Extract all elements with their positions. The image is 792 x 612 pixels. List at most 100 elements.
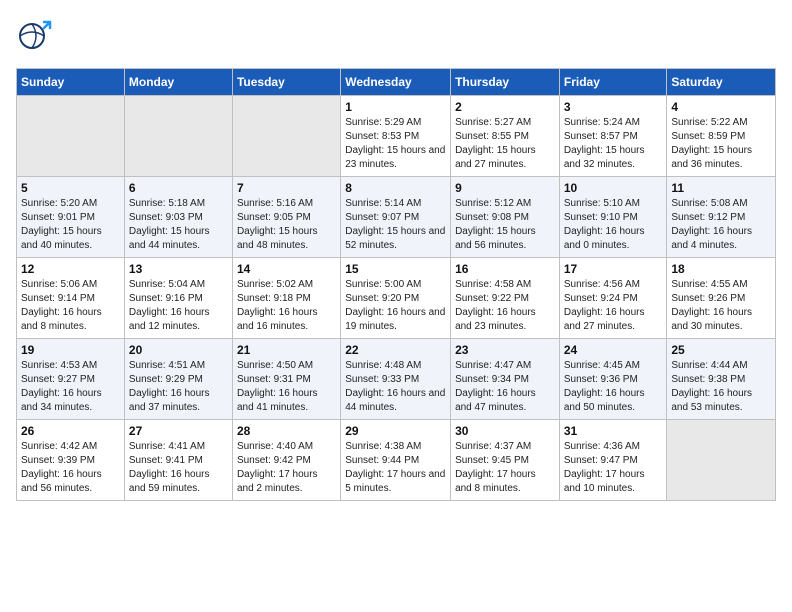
day-info: Sunrise: 5:08 AM Sunset: 9:12 PM Dayligh… bbox=[671, 197, 771, 253]
day-info: Sunrise: 5:12 AM Sunset: 9:08 PM Dayligh… bbox=[455, 197, 555, 253]
day-number: 15 bbox=[345, 262, 446, 276]
calendar-week-row: 26 Sunrise: 4:42 AM Sunset: 9:39 PM Dayli… bbox=[17, 420, 776, 501]
calendar-cell: 26 Sunrise: 4:42 AM Sunset: 9:39 PM Dayli… bbox=[17, 420, 125, 501]
day-of-week-header: Saturday bbox=[667, 69, 776, 96]
day-number: 22 bbox=[345, 343, 446, 357]
page-header bbox=[16, 16, 776, 56]
calendar-week-row: 5 Sunrise: 5:20 AM Sunset: 9:01 PM Daylig… bbox=[17, 177, 776, 258]
calendar-cell bbox=[232, 96, 340, 177]
day-number: 17 bbox=[564, 262, 663, 276]
day-number: 28 bbox=[237, 424, 336, 438]
calendar-header: SundayMondayTuesdayWednesdayThursdayFrid… bbox=[17, 69, 776, 96]
calendar-cell: 29Sunrise: 4:38 AM Sunset: 9:44 PM Dayli… bbox=[341, 420, 451, 501]
day-number: 5 bbox=[21, 181, 120, 195]
logo bbox=[16, 16, 60, 56]
calendar-cell: 1 Sunrise: 5:29 AM Sunset: 8:53 PM Daylig… bbox=[341, 96, 451, 177]
day-of-week-header: Thursday bbox=[451, 69, 560, 96]
day-number: 1 bbox=[345, 100, 446, 114]
day-info: Sunrise: 5:29 AM Sunset: 8:53 PM Dayligh… bbox=[345, 116, 446, 172]
day-info: Sunrise: 4:50 AM Sunset: 9:31 PM Dayligh… bbox=[237, 359, 336, 415]
day-number: 31 bbox=[564, 424, 663, 438]
day-info: Sunrise: 4:47 AM Sunset: 9:34 PM Dayligh… bbox=[455, 359, 555, 415]
day-info: Sunrise: 5:00 AM Sunset: 9:20 PM Dayligh… bbox=[345, 278, 446, 334]
calendar-cell: 27 Sunrise: 4:41 AM Sunset: 9:41 PM Dayli… bbox=[124, 420, 232, 501]
day-info: Sunrise: 5:27 AM Sunset: 8:55 PM Dayligh… bbox=[455, 116, 555, 172]
calendar-cell: 22Sunrise: 4:48 AM Sunset: 9:33 PM Dayli… bbox=[341, 339, 451, 420]
calendar-cell: 21Sunrise: 4:50 AM Sunset: 9:31 PM Dayli… bbox=[232, 339, 340, 420]
day-info: Sunrise: 5:18 AM Sunset: 9:03 PM Dayligh… bbox=[129, 197, 228, 253]
day-info: Sunrise: 5:06 AM Sunset: 9:14 PM Dayligh… bbox=[21, 278, 120, 334]
day-number: 3 bbox=[564, 100, 663, 114]
day-number: 12 bbox=[21, 262, 120, 276]
day-number: 11 bbox=[671, 181, 771, 195]
day-number: 9 bbox=[455, 181, 555, 195]
calendar-cell bbox=[17, 96, 125, 177]
day-info: Sunrise: 4:55 AM Sunset: 9:26 PM Dayligh… bbox=[671, 278, 771, 334]
calendar-cell: 19 Sunrise: 4:53 AM Sunset: 9:27 PM Dayli… bbox=[17, 339, 125, 420]
day-info: Sunrise: 5:16 AM Sunset: 9:05 PM Dayligh… bbox=[237, 197, 336, 253]
day-info: Sunrise: 4:41 AM Sunset: 9:41 PM Dayligh… bbox=[129, 440, 228, 496]
calendar-cell: 10 Sunrise: 5:10 AM Sunset: 9:10 PM Dayli… bbox=[559, 177, 667, 258]
day-info: Sunrise: 5:04 AM Sunset: 9:16 PM Dayligh… bbox=[129, 278, 228, 334]
calendar-cell: 31 Sunrise: 4:36 AM Sunset: 9:47 PM Dayli… bbox=[559, 420, 667, 501]
day-info: Sunrise: 4:36 AM Sunset: 9:47 PM Dayligh… bbox=[564, 440, 663, 496]
calendar-cell: 4 Sunrise: 5:22 AM Sunset: 8:59 PM Daylig… bbox=[667, 96, 776, 177]
day-number: 20 bbox=[129, 343, 228, 357]
day-number: 2 bbox=[455, 100, 555, 114]
calendar-cell: 11 Sunrise: 5:08 AM Sunset: 9:12 PM Dayli… bbox=[667, 177, 776, 258]
day-number: 19 bbox=[21, 343, 120, 357]
day-of-week-header: Friday bbox=[559, 69, 667, 96]
calendar-cell: 20 Sunrise: 4:51 AM Sunset: 9:29 PM Dayli… bbox=[124, 339, 232, 420]
calendar-table: SundayMondayTuesdayWednesdayThursdayFrid… bbox=[16, 68, 776, 501]
day-info: Sunrise: 4:58 AM Sunset: 9:22 PM Dayligh… bbox=[455, 278, 555, 334]
day-info: Sunrise: 5:02 AM Sunset: 9:18 PM Dayligh… bbox=[237, 278, 336, 334]
day-info: Sunrise: 4:38 AM Sunset: 9:44 PM Dayligh… bbox=[345, 440, 446, 496]
day-number: 4 bbox=[671, 100, 771, 114]
calendar-cell bbox=[667, 420, 776, 501]
day-number: 23 bbox=[455, 343, 555, 357]
day-number: 26 bbox=[21, 424, 120, 438]
day-info: Sunrise: 5:22 AM Sunset: 8:59 PM Dayligh… bbox=[671, 116, 771, 172]
calendar-cell: 24Sunrise: 4:45 AM Sunset: 9:36 PM Dayli… bbox=[559, 339, 667, 420]
calendar-cell: 6 Sunrise: 5:18 AM Sunset: 9:03 PM Daylig… bbox=[124, 177, 232, 258]
calendar-cell: 2 Sunrise: 5:27 AM Sunset: 8:55 PM Daylig… bbox=[451, 96, 560, 177]
day-number: 13 bbox=[129, 262, 228, 276]
calendar-week-row: 1 Sunrise: 5:29 AM Sunset: 8:53 PM Daylig… bbox=[17, 96, 776, 177]
calendar-cell: 14 Sunrise: 5:02 AM Sunset: 9:18 PM Dayli… bbox=[232, 258, 340, 339]
calendar-cell: 15 Sunrise: 5:00 AM Sunset: 9:20 PM Dayli… bbox=[341, 258, 451, 339]
day-number: 14 bbox=[237, 262, 336, 276]
day-number: 25 bbox=[671, 343, 771, 357]
day-info: Sunrise: 4:53 AM Sunset: 9:27 PM Dayligh… bbox=[21, 359, 120, 415]
day-info: Sunrise: 4:51 AM Sunset: 9:29 PM Dayligh… bbox=[129, 359, 228, 415]
calendar-cell: 18 Sunrise: 4:55 AM Sunset: 9:26 PM Dayli… bbox=[667, 258, 776, 339]
calendar-cell: 23 Sunrise: 4:47 AM Sunset: 9:34 PM Dayli… bbox=[451, 339, 560, 420]
calendar-cell: 8Sunrise: 5:14 AM Sunset: 9:07 PM Daylig… bbox=[341, 177, 451, 258]
calendar-cell: 17 Sunrise: 4:56 AM Sunset: 9:24 PM Dayli… bbox=[559, 258, 667, 339]
day-number: 18 bbox=[671, 262, 771, 276]
calendar-cell: 3 Sunrise: 5:24 AM Sunset: 8:57 PM Daylig… bbox=[559, 96, 667, 177]
calendar-cell: 30Sunrise: 4:37 AM Sunset: 9:45 PM Dayli… bbox=[451, 420, 560, 501]
calendar-body: 1 Sunrise: 5:29 AM Sunset: 8:53 PM Daylig… bbox=[17, 96, 776, 501]
day-number: 10 bbox=[564, 181, 663, 195]
day-of-week-header: Wednesday bbox=[341, 69, 451, 96]
day-info: Sunrise: 4:56 AM Sunset: 9:24 PM Dayligh… bbox=[564, 278, 663, 334]
logo-icon bbox=[16, 16, 56, 56]
day-of-week-header: Monday bbox=[124, 69, 232, 96]
day-info: Sunrise: 5:24 AM Sunset: 8:57 PM Dayligh… bbox=[564, 116, 663, 172]
day-info: Sunrise: 4:40 AM Sunset: 9:42 PM Dayligh… bbox=[237, 440, 336, 496]
day-info: Sunrise: 4:44 AM Sunset: 9:38 PM Dayligh… bbox=[671, 359, 771, 415]
day-info: Sunrise: 5:10 AM Sunset: 9:10 PM Dayligh… bbox=[564, 197, 663, 253]
day-number: 6 bbox=[129, 181, 228, 195]
calendar-cell: 12 Sunrise: 5:06 AM Sunset: 9:14 PM Dayli… bbox=[17, 258, 125, 339]
day-info: Sunrise: 4:42 AM Sunset: 9:39 PM Dayligh… bbox=[21, 440, 120, 496]
day-info: Sunrise: 5:14 AM Sunset: 9:07 PM Dayligh… bbox=[345, 197, 446, 253]
day-of-week-header: Tuesday bbox=[232, 69, 340, 96]
day-number: 27 bbox=[129, 424, 228, 438]
day-of-week-header: Sunday bbox=[17, 69, 125, 96]
calendar-cell: 5 Sunrise: 5:20 AM Sunset: 9:01 PM Daylig… bbox=[17, 177, 125, 258]
day-number: 16 bbox=[455, 262, 555, 276]
calendar-cell: 28 Sunrise: 4:40 AM Sunset: 9:42 PM Dayli… bbox=[232, 420, 340, 501]
calendar-cell: 9 Sunrise: 5:12 AM Sunset: 9:08 PM Daylig… bbox=[451, 177, 560, 258]
day-info: Sunrise: 4:37 AM Sunset: 9:45 PM Dayligh… bbox=[455, 440, 555, 496]
day-info: Sunrise: 5:20 AM Sunset: 9:01 PM Dayligh… bbox=[21, 197, 120, 253]
